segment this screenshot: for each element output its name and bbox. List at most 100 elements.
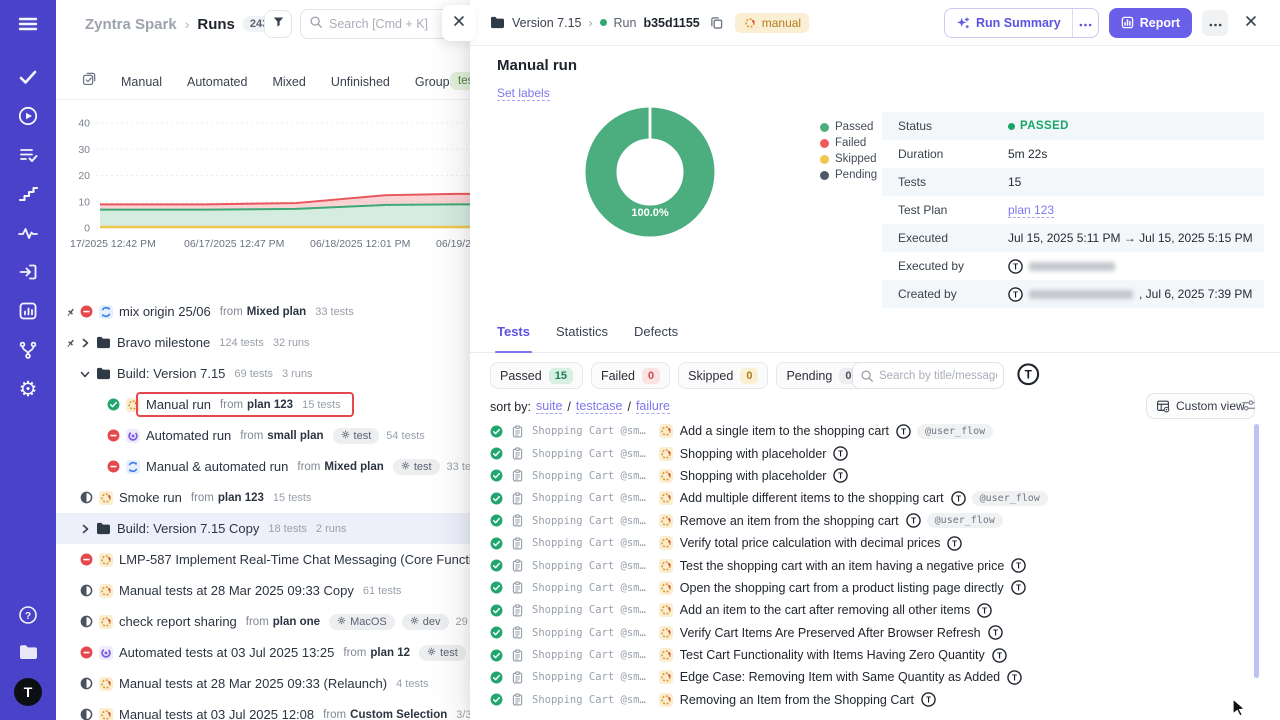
run-name[interactable]: Manual run bbox=[146, 397, 211, 412]
run-row[interactable]: Automated run from small plan test 54 te… bbox=[56, 420, 470, 451]
run-summary-more-button[interactable] bbox=[1072, 9, 1098, 37]
gear-icon[interactable]: ⚙ bbox=[17, 378, 39, 400]
run-name[interactable]: check report sharing bbox=[119, 614, 237, 629]
filter-chip-passed[interactable]: Passed15 bbox=[490, 362, 583, 389]
test-title[interactable]: Add a single item to the shopping cart bbox=[680, 424, 889, 438]
version-link[interactable]: Version 7.15 bbox=[512, 16, 582, 30]
run-name[interactable]: Manual & automated run bbox=[146, 459, 288, 474]
view-settings-icon[interactable] bbox=[1241, 398, 1256, 418]
plan-name[interactable]: Mixed plan bbox=[324, 461, 383, 473]
test-title[interactable]: Add an item to the cart after removing a… bbox=[680, 603, 970, 617]
check-icon[interactable] bbox=[17, 66, 39, 88]
test-row[interactable]: Shopping Cart @sm… Add a single item to … bbox=[470, 420, 1266, 442]
copy-icon[interactable] bbox=[710, 16, 723, 29]
test-row[interactable]: Shopping Cart @sm… Add an item to the ca… bbox=[470, 599, 1266, 621]
test-title[interactable]: Add multiple different items to the shop… bbox=[680, 491, 944, 505]
more-actions-button[interactable] bbox=[1202, 10, 1228, 36]
test-title[interactable]: Removing an Item from the Shopping Cart bbox=[680, 693, 914, 707]
runs-tab-mixed[interactable]: Mixed bbox=[272, 75, 305, 89]
report-button[interactable]: Report bbox=[1109, 8, 1192, 38]
run-name[interactable]: Automated run bbox=[146, 428, 231, 443]
steps-icon[interactable] bbox=[17, 183, 39, 205]
run-row[interactable]: Bravo milestone 124 tests32 runs bbox=[56, 327, 470, 358]
tests-search[interactable] bbox=[852, 362, 1004, 389]
help-icon[interactable]: ? bbox=[17, 604, 39, 626]
run-name[interactable]: Bravo milestone bbox=[117, 335, 210, 350]
test-row[interactable]: Shopping Cart @sm… Test Cart Functionali… bbox=[470, 644, 1266, 666]
run-name[interactable]: Manual tests at 28 Mar 2025 09:33 (Relau… bbox=[119, 676, 387, 691]
test-title[interactable]: Shopping with placeholder bbox=[680, 447, 827, 461]
run-row[interactable]: Manual tests at 28 Mar 2025 09:33 (Relau… bbox=[56, 668, 470, 699]
runs-tab-manual[interactable]: Manual bbox=[121, 75, 162, 89]
select-all-icon[interactable] bbox=[82, 72, 96, 91]
test-title[interactable]: Test the shopping cart with an item havi… bbox=[680, 559, 1005, 573]
run-name[interactable]: Manual tests at 28 Mar 2025 09:33 Copy bbox=[119, 583, 354, 598]
test-row[interactable]: Shopping Cart @sm… Shopping with placeho… bbox=[470, 442, 1266, 464]
test-title[interactable]: Edge Case: Removing Item with Same Quant… bbox=[680, 670, 1000, 684]
test-title[interactable]: Verify total price calculation with deci… bbox=[680, 536, 941, 550]
test-row[interactable]: Shopping Cart @sm… Remove an item from t… bbox=[470, 510, 1266, 532]
run-row[interactable]: check report sharing from plan one MacOS… bbox=[56, 606, 470, 637]
sign-in-icon[interactable] bbox=[17, 261, 39, 283]
filter-button[interactable] bbox=[264, 10, 292, 38]
test-row[interactable]: Shopping Cart @sm… Add multiple differen… bbox=[470, 487, 1266, 509]
run-name[interactable]: Automated tests at 03 Jul 2025 13:25 bbox=[119, 645, 334, 660]
menu-icon[interactable] bbox=[17, 13, 39, 35]
tab-statistics[interactable]: Statistics bbox=[556, 324, 608, 352]
plan-name[interactable]: Custom Selection bbox=[350, 709, 447, 720]
plan-name[interactable]: plan one bbox=[273, 616, 320, 628]
test-title[interactable]: Test Cart Functionality with Items Havin… bbox=[680, 648, 985, 662]
chevron-icon[interactable] bbox=[80, 369, 90, 379]
tests-scrollbar[interactable] bbox=[1254, 424, 1259, 678]
folder-icon[interactable] bbox=[17, 641, 39, 663]
run-summary-button[interactable]: Run Summary bbox=[945, 9, 1072, 37]
branch-icon[interactable] bbox=[17, 339, 39, 361]
set-labels-link[interactable]: Set labels bbox=[497, 86, 550, 101]
run-row[interactable]: Manual & automated run from Mixed plan t… bbox=[56, 451, 470, 482]
env-chip[interactable]: test bbox=[450, 72, 470, 90]
run-row[interactable]: Manual tests at 03 Jul 2025 12:08 from C… bbox=[56, 699, 470, 720]
runs-tab-automated[interactable]: Automated bbox=[187, 75, 247, 89]
test-title[interactable]: Verify Cart Items Are Preserved After Br… bbox=[680, 626, 981, 640]
run-row[interactable]: LMP-587 Implement Real-Time Chat Messagi… bbox=[56, 544, 470, 575]
user-avatar[interactable]: T bbox=[14, 678, 42, 706]
run-row[interactable]: mix origin 25/06 from Mixed plan 33 test… bbox=[56, 296, 470, 327]
plan-name[interactable]: plan 123 bbox=[218, 492, 264, 504]
test-row[interactable]: Shopping Cart @sm… Shopping with placeho… bbox=[470, 465, 1266, 487]
run-row[interactable]: Manual run from plan 123 15 tests bbox=[56, 389, 470, 420]
plan-name[interactable]: Mixed plan bbox=[247, 306, 306, 318]
test-row[interactable]: Shopping Cart @sm… Verify Cart Items Are… bbox=[470, 622, 1266, 644]
app-name[interactable]: Zyntra Spark bbox=[85, 16, 177, 33]
run-row[interactable]: Automated tests at 03 Jul 2025 13:25 fro… bbox=[56, 637, 470, 668]
test-row[interactable]: Shopping Cart @sm… Verify total price ca… bbox=[470, 532, 1266, 554]
chevron-icon[interactable] bbox=[80, 338, 90, 348]
run-name[interactable]: Build: Version 7.15 Copy bbox=[117, 521, 259, 536]
run-name[interactable]: LMP-587 Implement Real-Time Chat Messagi… bbox=[119, 552, 470, 567]
filter-chip-skipped[interactable]: Skipped0 bbox=[678, 362, 768, 389]
run-name[interactable]: mix origin 25/06 bbox=[119, 304, 211, 319]
run-row[interactable]: Smoke run from plan 123 15 tests bbox=[56, 482, 470, 513]
test-row[interactable]: Shopping Cart @sm… Edge Case: Removing I… bbox=[470, 666, 1266, 688]
close-detail-button[interactable] bbox=[1238, 10, 1264, 36]
runs-tab-unfinished[interactable]: Unfinished bbox=[331, 75, 390, 89]
plan-name[interactable]: plan 12 bbox=[370, 647, 410, 659]
run-name[interactable]: Manual tests at 03 Jul 2025 12:08 bbox=[119, 707, 314, 720]
tab-tests[interactable]: Tests bbox=[497, 324, 530, 352]
filter-chip-failed[interactable]: Failed0 bbox=[591, 362, 670, 389]
run-name[interactable]: Smoke run bbox=[119, 490, 182, 505]
test-row[interactable]: Shopping Cart @sm… Removing an Item from… bbox=[470, 689, 1266, 711]
test-title[interactable]: Remove an item from the shopping cart bbox=[680, 514, 899, 528]
test-row[interactable]: Shopping Cart @sm… Test the shopping car… bbox=[470, 554, 1266, 576]
sort-link-failure[interactable]: failure bbox=[636, 399, 670, 414]
plan-name[interactable]: plan 123 bbox=[247, 399, 293, 411]
sort-link-suite[interactable]: suite bbox=[536, 399, 562, 414]
custom-view-button[interactable]: Custom view bbox=[1146, 393, 1255, 419]
test-title[interactable]: Shopping with placeholder bbox=[680, 469, 827, 483]
test-title[interactable]: Open the shopping cart from a product li… bbox=[680, 581, 1004, 595]
test-row[interactable]: Shopping Cart @sm… Open the shopping car… bbox=[470, 577, 1266, 599]
play-circle-icon[interactable] bbox=[17, 105, 39, 127]
run-row[interactable]: Build: Version 7.15 69 tests3 runs bbox=[56, 358, 470, 389]
tab-defects[interactable]: Defects bbox=[634, 324, 678, 352]
chart-box-icon[interactable] bbox=[17, 300, 39, 322]
assignee-filter-avatar[interactable]: T bbox=[1017, 363, 1040, 393]
